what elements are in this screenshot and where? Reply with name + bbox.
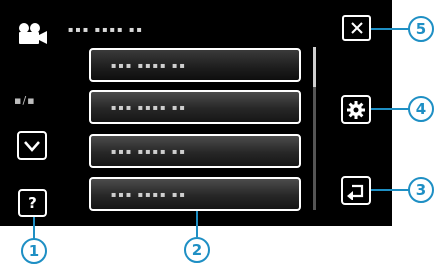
callout-3-leader [371,189,411,191]
callout-4: 4 [408,96,434,122]
scroll-down-button[interactable] [17,131,47,160]
chevron-down-icon [24,140,40,152]
callout-5: 5 [408,16,434,42]
return-arrow-icon [347,184,364,200]
callout-3: 3 [408,177,434,203]
page-indicator: ▪/▪ [14,94,36,107]
callout-1-leader [33,217,35,239]
menu-item-2[interactable]: ▪▪▪ ▪▪▪▪ ▪▪ [89,90,301,124]
back-button[interactable] [341,176,371,205]
help-label: ? [28,194,37,212]
menu-title: ▪▪▪ ▪▪▪▪ ▪▪ [68,25,144,34]
callout-2-leader [196,211,198,237]
close-icon [350,22,363,34]
scrollbar-thumb[interactable] [313,47,316,87]
menu-item-label: ▪▪▪ ▪▪▪▪ ▪▪ [111,189,187,199]
settings-button[interactable] [341,95,371,124]
help-button[interactable]: ? [18,189,47,217]
movie-camera-icon [19,23,47,44]
callout-4-leader [371,108,411,110]
callout-2: 2 [184,237,210,263]
lcd-screen: ▪▪▪ ▪▪▪▪ ▪▪ ▪▪▪ ▪▪▪▪ ▪▪ ▪▪▪ ▪▪▪▪ ▪▪ ▪▪▪ … [0,0,392,226]
callout-5-leader [371,28,411,30]
menu-item-label: ▪▪▪ ▪▪▪▪ ▪▪ [111,146,187,156]
gear-icon [347,100,365,119]
menu-item-1[interactable]: ▪▪▪ ▪▪▪▪ ▪▪ [89,48,301,82]
menu-item-label: ▪▪▪ ▪▪▪▪ ▪▪ [111,102,187,112]
close-button[interactable] [342,15,371,41]
menu-item-3[interactable]: ▪▪▪ ▪▪▪▪ ▪▪ [89,134,301,168]
menu-item-4[interactable]: ▪▪▪ ▪▪▪▪ ▪▪ [89,177,301,211]
callout-1: 1 [21,238,47,264]
menu-item-label: ▪▪▪ ▪▪▪▪ ▪▪ [111,60,187,70]
